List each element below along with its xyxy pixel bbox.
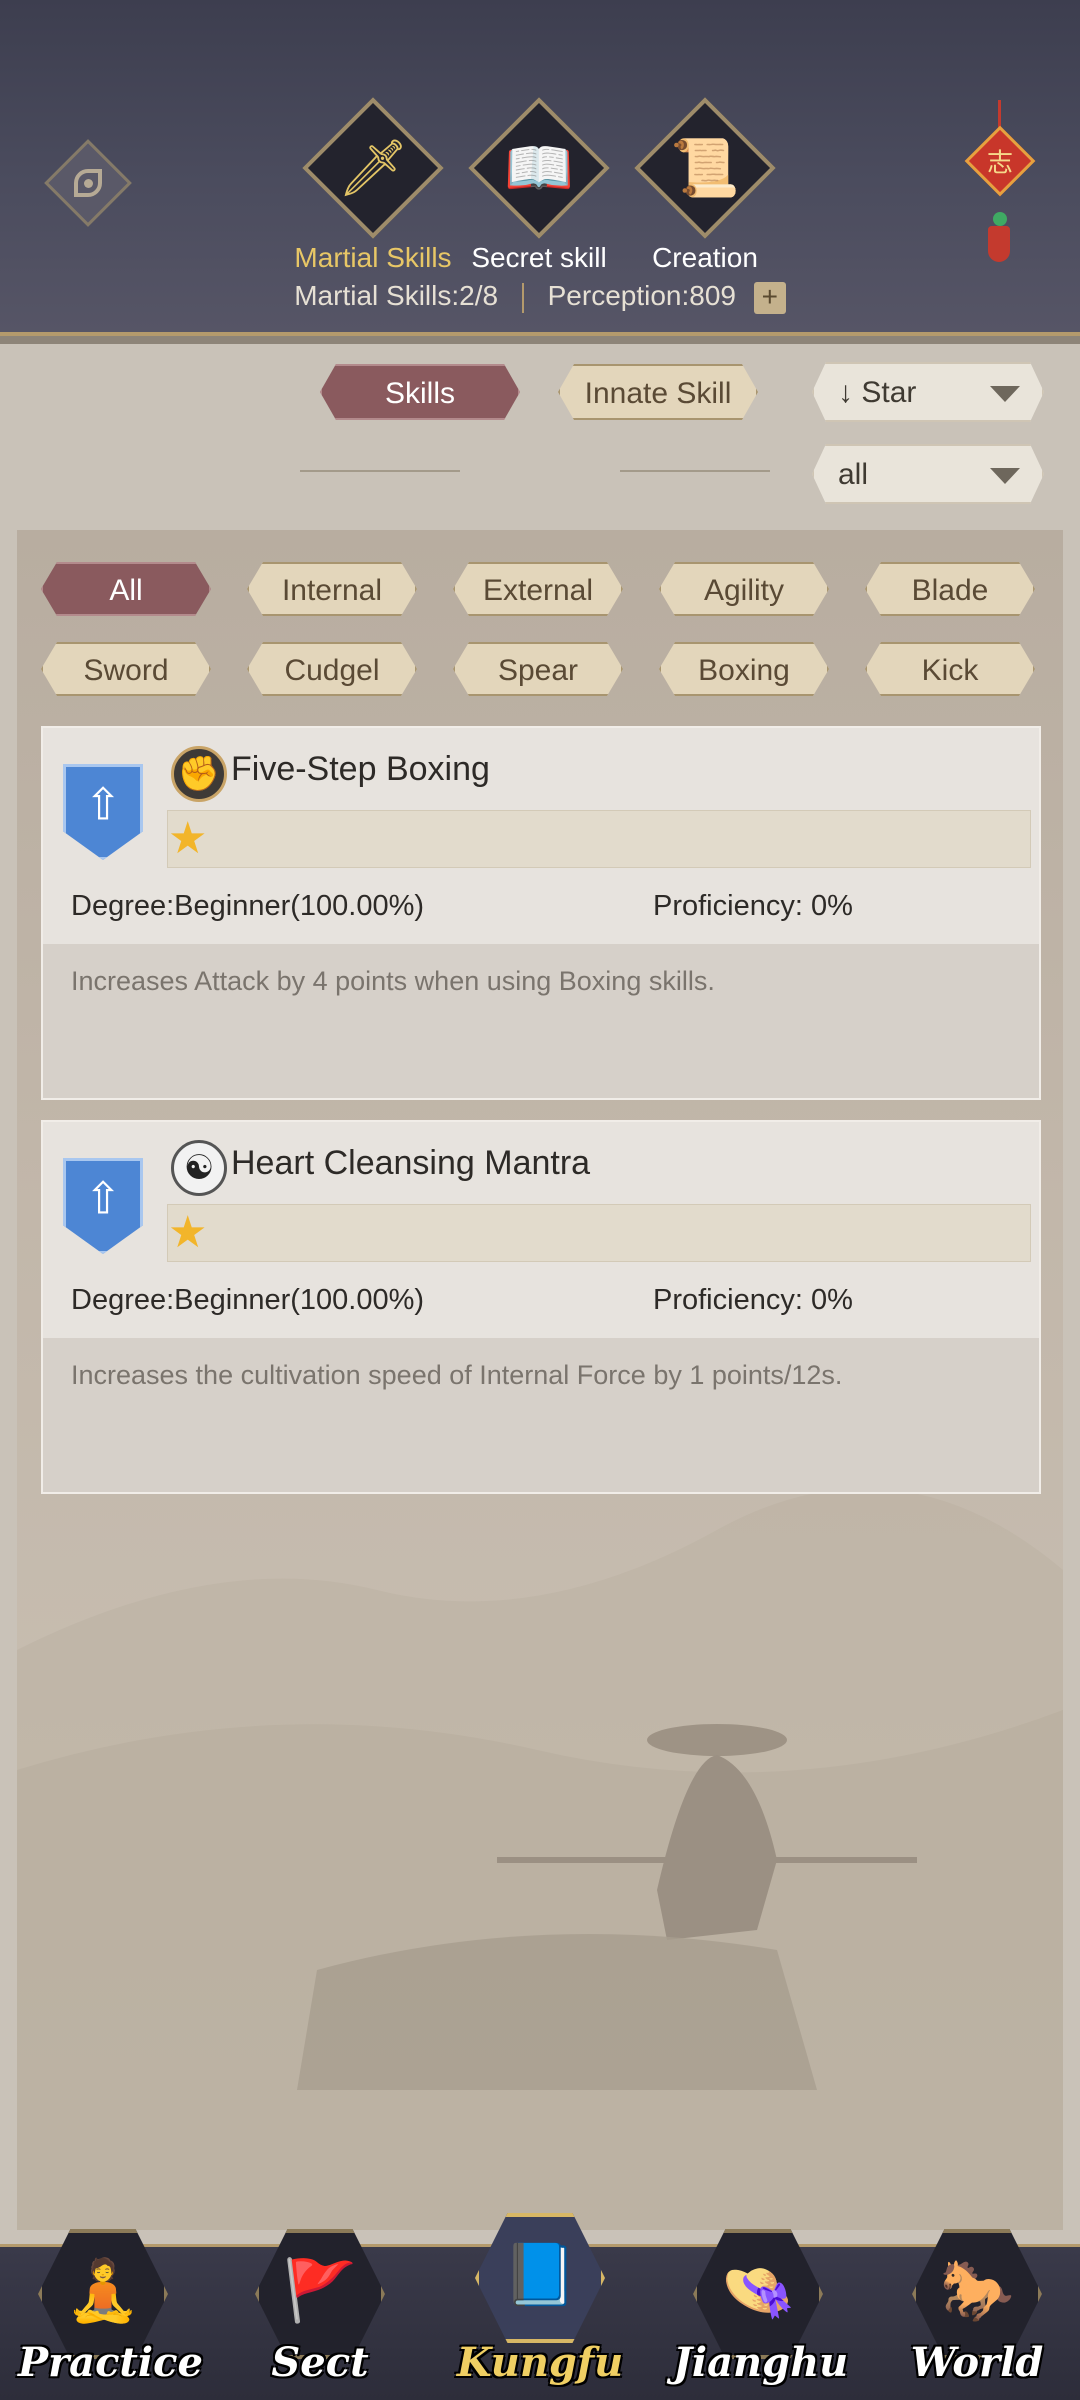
manual-icon: 📘 [502, 2240, 578, 2310]
ornament-divider-left [300, 470, 460, 472]
category-sword[interactable]: Sword [41, 642, 211, 696]
skills-panel: All Internal External Agility Blade Swor… [17, 530, 1063, 2230]
tab-martial-skills[interactable]: 🗡 Martial Skills [278, 97, 468, 274]
star-rating-bar: ★ [167, 810, 1031, 868]
stats-line: Martial Skills:2/8 Perception:809 + [0, 280, 1080, 314]
add-perception-button[interactable]: + [753, 281, 786, 314]
nav-sect-label: Sect [271, 2339, 369, 2386]
skill-name: Five-Step Boxing [231, 750, 490, 788]
horse-icon: 🐎 [939, 2256, 1015, 2326]
yin-yang-icon: ☯ [171, 1140, 227, 1196]
star-icon: ★ [168, 813, 208, 864]
skill-description: Increases the cultivation speed of Inter… [71, 1360, 843, 1390]
category-spear[interactable]: Spear [453, 642, 623, 696]
charm-icon[interactable]: 志 [960, 100, 1040, 262]
tab-secret-skill[interactable]: 📖 Secret skill [444, 97, 634, 274]
nav-world[interactable]: 🐎 World [902, 2229, 1052, 2399]
sort-dropdown[interactable]: ↓ Star [812, 362, 1044, 422]
category-agility[interactable]: Agility [659, 562, 829, 616]
chevron-down-icon [990, 468, 1020, 484]
sword-icon: 🗡 [337, 136, 409, 201]
tab-secret-skill-label: Secret skill [471, 242, 607, 273]
nav-jianghu-label: Jianghu [673, 2339, 849, 2386]
scope-label: all [838, 458, 869, 491]
scope-dropdown[interactable]: all [812, 444, 1044, 504]
skill-card[interactable]: ⇧ ☯ Heart Cleansing Mantra ★ Degree:Begi… [41, 1120, 1041, 1494]
star-icon: ★ [168, 1207, 208, 1258]
nav-kungfu-label: Kungfu [456, 2339, 624, 2386]
charm-glyph: 志 [986, 148, 1014, 179]
skill-proficiency: Proficiency: 0% [653, 890, 853, 922]
tab-martial-skills-label: Martial Skills [294, 242, 452, 273]
perception-value: Perception:809 [547, 280, 736, 311]
stats-divider [521, 282, 524, 313]
category-internal[interactable]: Internal [247, 562, 417, 616]
book-icon: 📖 [504, 136, 574, 201]
sort-label: Star [861, 376, 917, 409]
nav-kungfu[interactable]: 📘 Kungfu [457, 2213, 623, 2399]
header-bar: 🗡 Martial Skills 📖 Secret skill 📜 Creati… [0, 0, 1080, 344]
sort-arrow-icon: ↓ [838, 376, 853, 409]
nav-world-label: World [910, 2339, 1044, 2386]
bottom-navigation: 🧘 Practice 🚩 Sect 📘 Kungfu 👒 Jianghu 🐎 W… [0, 2213, 1080, 2400]
tab-creation[interactable]: 📜 Creation [610, 97, 800, 274]
skill-card[interactable]: ⇧ ✊ Five-Step Boxing ★ Degree:Beginner(1… [41, 726, 1041, 1100]
skill-description: Increases Attack by 4 points when using … [71, 966, 715, 996]
category-cudgel[interactable]: Cudgel [247, 642, 417, 696]
skill-proficiency: Proficiency: 0% [653, 1284, 853, 1316]
nav-sect[interactable]: 🚩 Sect [245, 2229, 395, 2399]
nav-practice-label: Practice [18, 2339, 203, 2386]
skill-degree: Degree:Beginner(100.00%) [71, 890, 425, 922]
martial-skills-count: Martial Skills:2/8 [294, 280, 499, 311]
monk-icon: 🧘 [65, 2256, 141, 2326]
scroll-icon: 📜 [670, 136, 740, 201]
skill-name: Heart Cleansing Mantra [231, 1144, 591, 1182]
tab-skills[interactable]: Skills [320, 364, 520, 420]
star-rating-bar: ★ [167, 1204, 1031, 1262]
tab-innate-skill[interactable]: Innate Skill [558, 364, 758, 420]
chevron-down-icon [990, 386, 1020, 402]
eye-icon[interactable] [44, 139, 132, 227]
nav-practice[interactable]: 🧘 Practice [18, 2229, 203, 2399]
category-blade[interactable]: Blade [865, 562, 1035, 616]
nav-jianghu[interactable]: 👒 Jianghu [673, 2229, 848, 2399]
tab-creation-label: Creation [652, 242, 758, 273]
banner-icon: 🚩 [282, 2256, 358, 2326]
category-boxing[interactable]: Boxing [659, 642, 829, 696]
category-all[interactable]: All [41, 562, 211, 616]
skill-degree: Degree:Beginner(100.00%) [71, 1284, 425, 1316]
category-external[interactable]: External [453, 562, 623, 616]
fist-icon: ✊ [171, 746, 227, 802]
category-kick[interactable]: Kick [865, 642, 1035, 696]
bamboo-hat-icon: 👒 [720, 2256, 796, 2326]
ornament-divider-right [620, 470, 770, 472]
